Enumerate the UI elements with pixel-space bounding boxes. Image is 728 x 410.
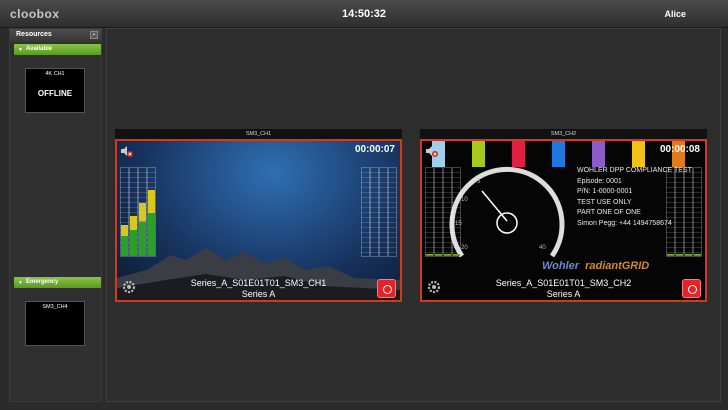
speaker-muted-icon[interactable]	[425, 144, 439, 157]
radiantgrid-logo: radiantGRID	[585, 260, 650, 272]
settings-gear-icon[interactable]	[121, 279, 137, 295]
audio-meter	[370, 167, 379, 257]
meter-level	[435, 254, 442, 256]
audio-meter	[693, 167, 702, 257]
audio-meter	[129, 167, 138, 257]
collapse-arrow-icon: ▼	[18, 280, 23, 286]
meter-level	[139, 203, 146, 256]
group-available[interactable]: ▼ Available	[14, 44, 101, 55]
audio-meters-right	[361, 167, 397, 257]
tile-title: SM3_CH2	[420, 129, 707, 139]
resource-tile-4k-ch1[interactable]: 4K CH1 OFFLINE	[25, 68, 85, 113]
group-label: Emergency	[26, 279, 59, 285]
record-button[interactable]	[377, 279, 396, 298]
audio-meter	[666, 167, 675, 257]
meter-level	[121, 225, 128, 256]
meter-level	[426, 254, 433, 256]
svg-text:10: 10	[461, 197, 468, 203]
resource-title: 4K CH1	[45, 71, 65, 77]
audio-meter	[443, 167, 452, 257]
meter-level	[694, 254, 701, 256]
wohler-logo: Wohler	[542, 260, 580, 272]
timecode: 00:00:08	[659, 144, 700, 155]
meter-level	[148, 190, 155, 256]
resource-tile-sm3-ch4[interactable]: SM3_CH4	[25, 301, 85, 346]
series-name: Series A	[546, 289, 581, 299]
audio-meter	[684, 167, 693, 257]
meter-level	[444, 254, 451, 256]
svg-text:20: 20	[461, 245, 468, 251]
svg-text:40: 40	[539, 245, 546, 251]
channel-tile-sm3-ch2[interactable]: SM3_CH2 5 10 15 20 40 WOHLER DPP COMPLIA…	[420, 129, 707, 302]
brand-logos: Wohler radiantGRID	[542, 260, 649, 272]
audio-meter	[138, 167, 147, 257]
clock: 14:50:32	[341, 8, 387, 20]
user-name[interactable]: Alice	[664, 9, 686, 19]
clip-name: Series_A_S01E01T01_SM3_CH2	[495, 278, 632, 288]
audio-meters-left	[425, 167, 461, 257]
audio-meter	[379, 167, 388, 257]
resources-title: Resources	[16, 31, 52, 38]
resources-header: Resources ▪	[10, 29, 101, 42]
meter-level	[667, 254, 674, 256]
meter-level	[130, 216, 137, 256]
audio-meter	[361, 167, 370, 257]
resources-panel: Resources ▪ ▼ Available 4K CH1 OFFLINE ▼…	[9, 28, 102, 402]
audio-meter	[675, 167, 684, 257]
collapse-arrow-icon: ▼	[18, 47, 23, 53]
audio-meter	[120, 167, 129, 257]
audio-meter	[147, 167, 156, 257]
group-label: Available	[26, 46, 53, 52]
audio-meter	[388, 167, 397, 257]
clip-name: Series_A_S01E01T01_SM3_CH1	[190, 278, 327, 288]
svg-text:5: 5	[477, 179, 481, 185]
settings-gear-icon[interactable]	[426, 279, 442, 295]
series-name: Series A	[241, 289, 276, 299]
meter-level	[676, 254, 683, 256]
group-emergency[interactable]: ▼ Emergency	[14, 277, 101, 288]
audio-meters-left	[120, 167, 156, 257]
audio-meter	[452, 167, 461, 257]
top-bar: cloobox 14:50:32 Alice	[0, 0, 728, 28]
channel-tile-sm3-ch1[interactable]: SM3_CH1 00:00:07 Series_A_S01E01T01_SM3_…	[115, 129, 402, 302]
color-bar	[632, 141, 645, 167]
meter-level	[685, 254, 692, 256]
timecode: 00:00:07	[354, 144, 395, 155]
video-preview[interactable]: 00:00:07 Series_A_S01E01T01_SM3_CH1 Seri…	[115, 139, 402, 302]
test-dial: 5 10 15 20 40	[449, 166, 565, 258]
resource-title: SM3_CH4	[42, 304, 68, 310]
speaker-muted-icon[interactable]	[120, 144, 134, 157]
resource-status: OFFLINE	[37, 89, 73, 98]
video-preview[interactable]: 5 10 15 20 40 WOHLER DPP COMPLIANCE TEST…	[420, 139, 707, 302]
audio-meter	[434, 167, 443, 257]
audio-meter	[425, 167, 434, 257]
record-button[interactable]	[682, 279, 701, 298]
tile-title: SM3_CH1	[115, 129, 402, 139]
color-bar	[592, 141, 605, 167]
meter-level	[453, 254, 460, 256]
minimize-icon[interactable]: ▪	[90, 31, 98, 39]
audio-meters-right	[666, 167, 702, 257]
